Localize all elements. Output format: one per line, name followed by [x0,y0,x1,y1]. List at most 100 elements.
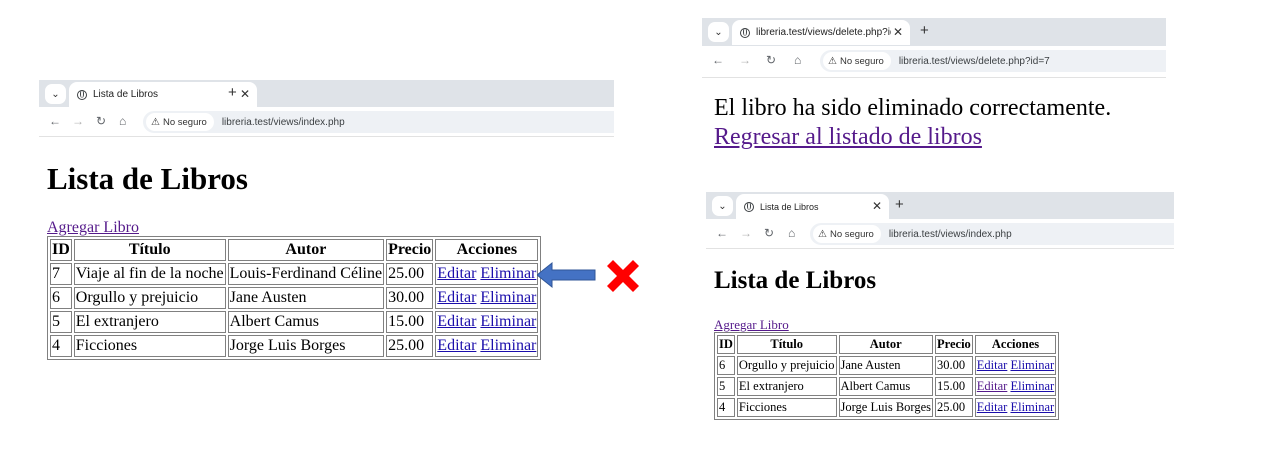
delete-link[interactable]: Eliminar [1010,400,1054,414]
reload-icon[interactable]: ↻ [766,53,776,67]
cell-title: El extranjero [73,311,226,333]
cell-author: Jane Austen [227,287,385,309]
cell-actions: Editar Eliminar [435,287,539,309]
home-icon[interactable]: ⌂ [119,114,126,128]
column-header: Autor [227,239,385,261]
chevron-down-icon[interactable]: ⌄ [712,196,733,216]
security-chip[interactable]: ⚠ No seguro [146,113,214,131]
column-header: ID [717,335,735,354]
delete-browser-window: ⌄ libreria.test/views/delete.php?id ✕ + … [702,18,1166,78]
cell-actions: Editar Eliminar [435,311,539,333]
left-page-content: Lista de Libros Agregar Libro ID Título … [47,160,542,360]
url-text: libreria.test/views/index.php [888,228,1012,240]
edit-link[interactable]: Editar [437,337,476,354]
delete-link[interactable]: Eliminar [480,337,536,354]
page-title: Lista de Libros [47,161,248,196]
table-header-row: ID Título Autor Precio Acciones [717,335,1057,354]
delete-link[interactable]: Eliminar [480,313,536,330]
security-chip[interactable]: ⚠ No seguro [813,225,881,243]
security-label: No seguro [162,116,207,128]
delete-link[interactable]: Eliminar [1010,379,1054,393]
security-label: No seguro [829,228,874,240]
plus-icon[interactable]: + [228,84,237,101]
close-icon[interactable]: ✕ [890,25,903,39]
address-bar[interactable]: ⚠ No seguro libreria.test/views/index.ph… [143,111,614,133]
browser-toolbar: ← → ↻ ⌂ ⚠ No seguro libreria.test/views/… [706,219,1174,249]
cell-title: Orgullo y prejuicio [736,356,837,375]
cell-id: 5 [717,377,735,396]
globe-icon [744,201,754,212]
add-book-link[interactable]: Agregar Libro [714,317,1059,333]
add-book-link[interactable]: Agregar Libro [47,219,541,237]
plus-icon[interactable]: + [920,22,929,39]
globe-icon [77,89,87,100]
cell-author: Albert Camus [227,311,385,333]
edit-link[interactable]: Editar [437,265,476,282]
tab-lista-de-libros[interactable]: Lista de Libros ✕ [736,194,889,219]
plus-icon[interactable]: + [895,196,904,213]
security-chip[interactable]: ⚠ No seguro [823,52,891,70]
cell-author: Albert Camus [838,377,934,396]
delete-link[interactable]: Eliminar [480,265,536,282]
home-icon[interactable]: ⌂ [788,226,795,240]
cell-author: Louis-Ferdinand Céline [227,263,385,285]
address-bar[interactable]: ⚠ No seguro libreria.test/views/index.ph… [810,223,1174,245]
cell-actions: Editar Eliminar [435,263,539,285]
close-icon[interactable]: ✕ [240,87,250,101]
chevron-down-icon[interactable]: ⌄ [708,22,729,42]
books-table: ID Título Autor Precio Acciones 7 Viaje … [47,236,542,360]
arrow-left-icon[interactable]: ← [49,114,61,128]
arrow-right-icon[interactable]: → [739,53,751,67]
tab-strip: ⌄ Lista de Libros ✕ + [39,80,614,107]
arrow-right-icon[interactable]: → [740,226,752,240]
edit-link[interactable]: Editar [437,313,476,330]
globe-icon [740,27,750,38]
cell-price: 15.00 [386,311,434,333]
cell-id: 5 [50,311,72,333]
arrow-left-icon[interactable]: ← [712,53,724,67]
cross-icon [607,260,639,292]
column-header: ID [50,239,72,261]
edit-link[interactable]: Editar [977,400,1008,414]
table-row: 5 El extranjero Albert Camus 15.00 Edita… [717,377,1057,396]
column-header: Título [73,239,226,261]
address-bar[interactable]: ⚠ No seguro libreria.test/views/delete.p… [820,50,1166,72]
tab-title: libreria.test/views/delete.php?id [756,27,896,38]
cell-actions: Editar Eliminar [974,356,1057,375]
column-header: Acciones [974,335,1057,354]
cell-title: Ficciones [73,335,226,357]
cell-actions: Editar Eliminar [974,377,1057,396]
tab-strip: ⌄ Lista de Libros ✕ + [706,192,1174,219]
left-browser-window: ⌄ Lista de Libros ✕ + ← → ↻ ⌂ ⚠ No segur… [39,80,614,138]
warning-triangle-icon: ⚠ [151,116,160,128]
cell-title: Ficciones [736,398,837,417]
edit-link[interactable]: Editar [977,379,1008,393]
chevron-down-icon[interactable]: ⌄ [45,84,66,104]
table-row: 4 Ficciones Jorge Luis Borges 25.00 Edit… [50,335,539,357]
back-to-list-link[interactable]: Regresar al listado de libros [714,124,982,150]
home-icon[interactable]: ⌂ [794,53,801,67]
cell-title: El extranjero [736,377,837,396]
delete-link[interactable]: Eliminar [480,289,536,306]
edit-link[interactable]: Editar [977,358,1008,372]
edit-link[interactable]: Editar [437,289,476,306]
delete-link[interactable]: Eliminar [1010,358,1054,372]
cell-author: Jorge Luis Borges [227,335,385,357]
tab-title: Lista de Libros [93,89,159,100]
reload-icon[interactable]: ↻ [96,114,106,128]
table-row: 4 Ficciones Jorge Luis Borges 25.00 Edit… [717,398,1057,417]
security-label: No seguro [839,55,884,67]
url-text: libreria.test/views/delete.php?id=7 [898,55,1050,67]
close-icon[interactable]: ✕ [872,199,882,213]
column-header: Título [736,335,837,354]
column-header: Acciones [435,239,539,261]
cell-price: 25.00 [386,335,434,357]
tab-strip: ⌄ libreria.test/views/delete.php?id ✕ + [702,18,1166,46]
warning-triangle-icon: ⚠ [818,228,827,240]
tab-delete[interactable]: libreria.test/views/delete.php?id ✕ [732,20,910,45]
arrow-right-icon[interactable]: → [72,114,84,128]
reload-icon[interactable]: ↻ [764,226,774,240]
arrow-left-icon[interactable]: ← [716,226,728,240]
table-row: 6 Orgullo y prejuicio Jane Austen 30.00 … [50,287,539,309]
cell-actions: Editar Eliminar [974,398,1057,417]
